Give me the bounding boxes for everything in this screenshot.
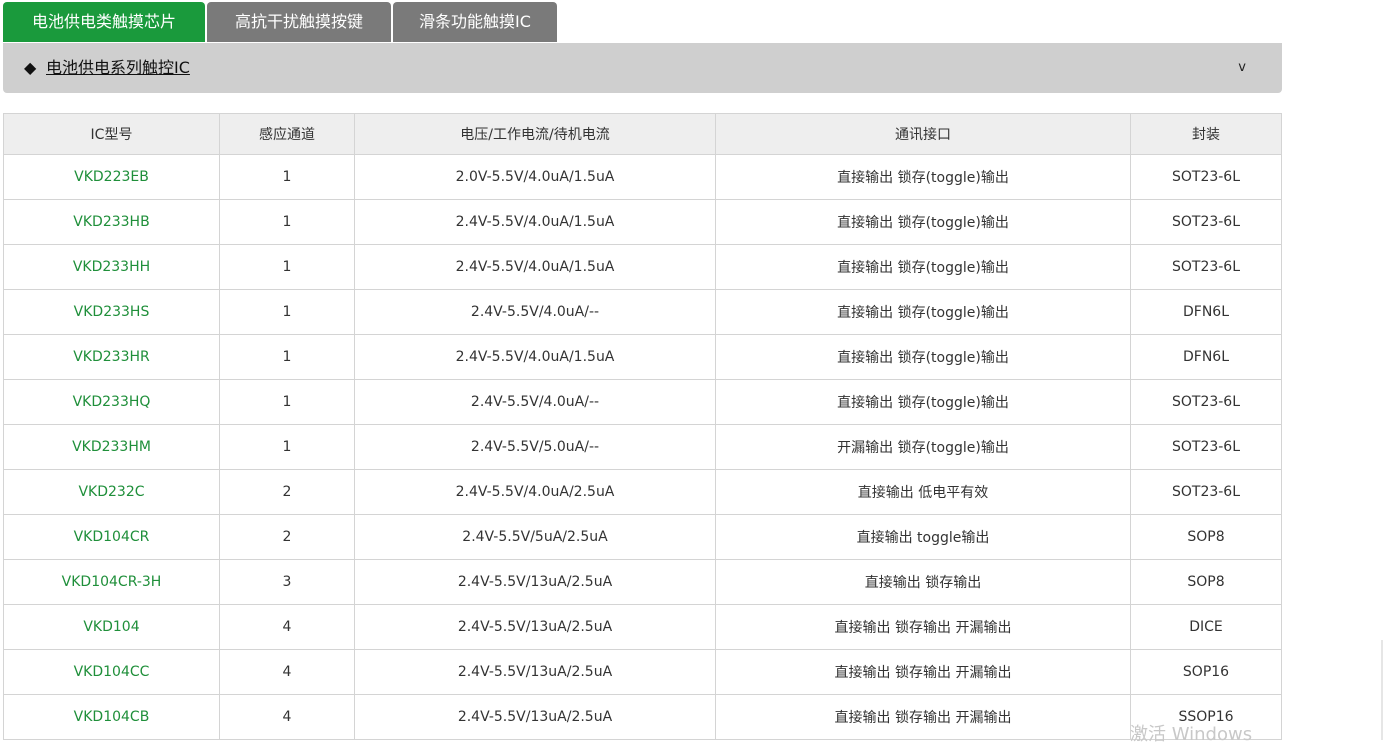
model-cell[interactable]: VKD233HM [3, 424, 220, 470]
channels-cell: 2 [219, 514, 355, 560]
table-row: VKD233HR 1 2.4V-5.5V/4.0uA/1.5uA 直接输出 锁存(to… [3, 334, 1282, 380]
table-row: VKD104CC 4 2.4V-5.5V/13uA/2.5uA 直接输出 锁存输出 开… [3, 649, 1282, 695]
voltage-current-cell: 2.4V-5.5V/4.0uA/-- [354, 289, 716, 335]
interface-cell: 直接输出 锁存(toggle)输出 [715, 289, 1131, 335]
column-header-package: 封装 [1130, 113, 1282, 155]
package-cell: DFN6L [1130, 289, 1282, 335]
voltage-current-cell: 2.4V-5.5V/13uA/2.5uA [354, 649, 716, 695]
interface-cell: 直接输出 锁存(toggle)输出 [715, 154, 1131, 200]
model-cell[interactable]: VKD104CR [3, 514, 220, 560]
interface-cell: 开漏输出 锁存(toggle)输出 [715, 424, 1131, 470]
interface-cell: 直接输出 锁存(toggle)输出 [715, 244, 1131, 290]
windows-activation-watermark: 激活 Windows [1130, 724, 1253, 745]
model-cell[interactable]: VKD233HQ [3, 379, 220, 425]
table-row: VKD223EB 1 2.0V-5.5V/4.0uA/1.5uA 直接输出 锁存(to… [3, 154, 1282, 200]
interface-cell: 直接输出 锁存输出 开漏输出 [715, 694, 1131, 740]
channels-cell: 4 [219, 694, 355, 740]
table-row: VKD233HM 1 2.4V-5.5V/5.0uA/-- 开漏输出 锁存(toggl… [3, 424, 1282, 470]
diamond-icon: ◆ [24, 58, 37, 77]
table-row: VKD104CR-3H 3 2.4V-5.5V/13uA/2.5uA 直接输出 锁存输… [3, 559, 1282, 605]
channels-cell: 1 [219, 424, 355, 470]
package-cell: DICE [1130, 604, 1282, 650]
voltage-current-cell: 2.4V-5.5V/4.0uA/1.5uA [354, 244, 716, 290]
voltage-current-cell: 2.4V-5.5V/13uA/2.5uA [354, 694, 716, 740]
voltage-current-cell: 2.4V-5.5V/13uA/2.5uA [354, 559, 716, 605]
voltage-current-cell: 2.4V-5.5V/13uA/2.5uA [354, 604, 716, 650]
product-table: IC型号 感应通道 电压/工作电流/待机电流 通讯接口 封装 VKD223EB 1… [3, 113, 1282, 740]
channels-cell: 1 [219, 199, 355, 245]
model-cell[interactable]: VKD104CR-3H [3, 559, 220, 605]
tab-slider-touch-ic[interactable]: 滑条功能触摸IC [393, 2, 557, 42]
package-cell: SOT23-6L [1130, 424, 1282, 470]
model-cell[interactable]: VKD104CB [3, 694, 220, 740]
voltage-current-cell: 2.4V-5.5V/5.0uA/-- [354, 424, 716, 470]
table-row: VKD233HS 1 2.4V-5.5V/4.0uA/-- 直接输出 锁存(toggl… [3, 289, 1282, 335]
interface-cell: 直接输出 锁存输出 [715, 559, 1131, 605]
channels-cell: 1 [219, 289, 355, 335]
table-row: VKD232C 2 2.4V-5.5V/4.0uA/2.5uA 直接输出 低电平有效 S… [3, 469, 1282, 515]
table-row: VKD233HB 1 2.4V-5.5V/4.0uA/1.5uA 直接输出 锁存(to… [3, 199, 1282, 245]
channels-cell: 1 [219, 334, 355, 380]
tab-battery-powered-touch-chips[interactable]: 电池供电类触摸芯片 [3, 2, 205, 42]
interface-cell: 直接输出 低电平有效 [715, 469, 1131, 515]
package-cell: SOP8 [1130, 559, 1282, 605]
channels-cell: 2 [219, 469, 355, 515]
chevron-down-icon[interactable]: v [1238, 58, 1246, 78]
column-header-channels: 感应通道 [219, 113, 355, 155]
package-cell: SOP16 [1130, 649, 1282, 695]
table-row: VKD233HQ 1 2.4V-5.5V/4.0uA/-- 直接输出 锁存(toggl… [3, 379, 1282, 425]
package-cell: SOT23-6L [1130, 154, 1282, 200]
model-cell[interactable]: VKD233HB [3, 199, 220, 245]
model-cell[interactable]: VKD223EB [3, 154, 220, 200]
interface-cell: 直接输出 toggle输出 [715, 514, 1131, 560]
channels-cell: 4 [219, 604, 355, 650]
table-header-row: IC型号 感应通道 电压/工作电流/待机电流 通讯接口 封装 [3, 113, 1282, 155]
model-cell[interactable]: VKD232C [3, 469, 220, 515]
table-body: VKD223EB 1 2.0V-5.5V/4.0uA/1.5uA 直接输出 锁存(to… [3, 154, 1282, 740]
voltage-current-cell: 2.4V-5.5V/4.0uA/-- [354, 379, 716, 425]
interface-cell: 直接输出 锁存(toggle)输出 [715, 334, 1131, 380]
model-cell[interactable]: VKD233HR [3, 334, 220, 380]
model-cell[interactable]: VKD233HH [3, 244, 220, 290]
voltage-current-cell: 2.4V-5.5V/4.0uA/1.5uA [354, 199, 716, 245]
interface-cell: 直接输出 锁存输出 开漏输出 [715, 649, 1131, 695]
channels-cell: 4 [219, 649, 355, 695]
voltage-current-cell: 2.0V-5.5V/4.0uA/1.5uA [354, 154, 716, 200]
package-cell: SOT23-6L [1130, 379, 1282, 425]
table-row: VKD104CR 2 2.4V-5.5V/5uA/2.5uA 直接输出 toggle输… [3, 514, 1282, 560]
model-cell[interactable]: VKD233HS [3, 289, 220, 335]
package-cell: SOT23-6L [1130, 244, 1282, 290]
interface-cell: 直接输出 锁存(toggle)输出 [715, 379, 1131, 425]
voltage-current-cell: 2.4V-5.5V/5uA/2.5uA [354, 514, 716, 560]
scrollbar-edge [1381, 640, 1383, 740]
channels-cell: 3 [219, 559, 355, 605]
tab-high-anti-interference-touch-keys[interactable]: 高抗干扰触摸按键 [207, 2, 391, 42]
model-cell[interactable]: VKD104CC [3, 649, 220, 695]
model-cell[interactable]: VKD104 [3, 604, 220, 650]
column-header-voltage-current: 电压/工作电流/待机电流 [354, 113, 716, 155]
interface-cell: 直接输出 锁存(toggle)输出 [715, 199, 1131, 245]
section-header[interactable]: ◆ 电池供电系列触控IC v [3, 43, 1282, 93]
section-title[interactable]: 电池供电系列触控IC [46, 58, 190, 78]
interface-cell: 直接输出 锁存输出 开漏输出 [715, 604, 1131, 650]
table-row: VKD233HH 1 2.4V-5.5V/4.0uA/1.5uA 直接输出 锁存(to… [3, 244, 1282, 290]
channels-cell: 1 [219, 244, 355, 290]
channels-cell: 1 [219, 379, 355, 425]
channels-cell: 1 [219, 154, 355, 200]
package-cell: SOT23-6L [1130, 469, 1282, 515]
package-cell: DFN6L [1130, 334, 1282, 380]
package-cell: SOT23-6L [1130, 199, 1282, 245]
package-cell: SOP8 [1130, 514, 1282, 560]
voltage-current-cell: 2.4V-5.5V/4.0uA/1.5uA [354, 334, 716, 380]
table-row: VKD104CB 4 2.4V-5.5V/13uA/2.5uA 直接输出 锁存输出 开… [3, 694, 1282, 740]
column-header-model: IC型号 [3, 113, 220, 155]
voltage-current-cell: 2.4V-5.5V/4.0uA/2.5uA [354, 469, 716, 515]
table-row: VKD104 4 2.4V-5.5V/13uA/2.5uA 直接输出 锁存输出 开漏输… [3, 604, 1282, 650]
column-header-interface: 通讯接口 [715, 113, 1131, 155]
